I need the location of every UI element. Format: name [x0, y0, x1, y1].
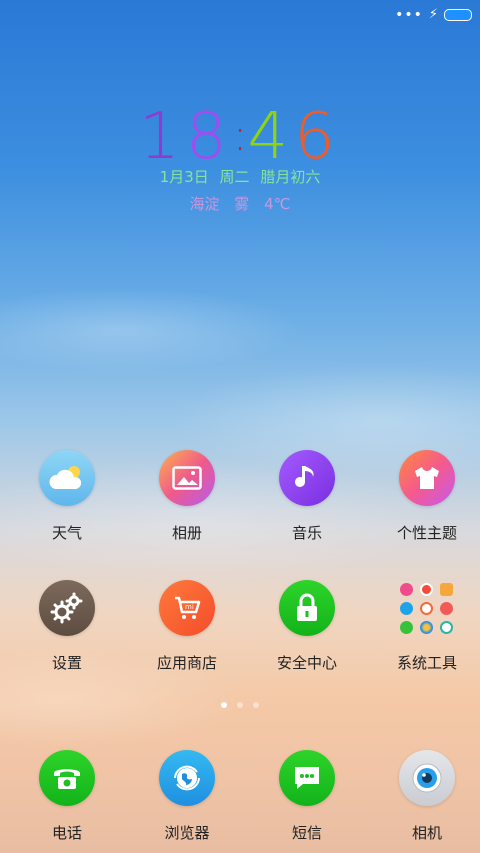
app-label: 相机 [411, 824, 442, 842]
app-sms[interactable]: 短信 [254, 750, 360, 843]
weather-icon [39, 450, 95, 506]
app-label: 安全中心 [276, 654, 337, 672]
clock-minute-ones: 6 [294, 100, 341, 174]
gallery-icon [159, 450, 215, 506]
settings-icon [39, 580, 95, 636]
app-label: 相册 [171, 524, 202, 542]
charging-icon: ⚡ [428, 7, 438, 22]
app-label: 个性主题 [396, 524, 457, 542]
battery-icon [444, 9, 472, 21]
weather-line: 海淀 雾 4℃ [0, 193, 480, 214]
date-weekday: 周二 [219, 168, 250, 186]
app-camera[interactable]: 相机 [374, 750, 480, 843]
app-store[interactable]: mi 应用商店 [134, 580, 240, 673]
date-line: 1月3日 周二 腊月初六 [0, 166, 480, 187]
app-label: 短信 [291, 824, 322, 842]
app-label: 电话 [51, 824, 82, 842]
dock: 电话 浏览器 短信 相机 [0, 750, 480, 843]
app-row-1: 天气 相册 音乐 个性主题 [0, 450, 480, 543]
app-weather[interactable]: 天气 [14, 450, 120, 543]
app-music[interactable]: 音乐 [254, 450, 360, 543]
svg-text:mi: mi [185, 603, 194, 611]
app-theme[interactable]: 个性主题 [374, 450, 480, 543]
clock-widget[interactable]: 18:46 [0, 104, 480, 169]
page-indicator[interactable] [0, 702, 480, 708]
date-lunar: 腊月初六 [260, 168, 321, 186]
status-bar: ••• ⚡ [395, 6, 472, 24]
sms-icon [279, 750, 335, 806]
music-icon [279, 450, 335, 506]
app-settings[interactable]: 设置 [14, 580, 120, 673]
app-security[interactable]: 安全中心 [254, 580, 360, 673]
app-store-icon: mi [159, 580, 215, 636]
page-dot[interactable] [237, 702, 243, 708]
app-label: 浏览器 [164, 824, 210, 842]
theme-icon [399, 450, 455, 506]
app-browser[interactable]: 浏览器 [134, 750, 240, 843]
date-month-day: 1月3日 [159, 168, 209, 186]
weather-location: 海淀 [189, 195, 220, 213]
phone-icon [39, 750, 95, 806]
clock-minute-tens: 4 [247, 100, 295, 174]
app-label: 音乐 [291, 524, 322, 542]
browser-icon [159, 750, 215, 806]
app-phone[interactable]: 电话 [14, 750, 120, 843]
camera-icon [399, 750, 455, 806]
signal-dots-icon: ••• [395, 7, 423, 23]
app-label: 天气 [51, 524, 82, 542]
page-dot[interactable] [253, 702, 259, 708]
app-label: 系统工具 [396, 654, 457, 672]
app-gallery[interactable]: 相册 [134, 450, 240, 543]
weather-condition: 雾 [234, 195, 250, 213]
security-icon [279, 580, 335, 636]
clock-hour-ones: 8 [185, 100, 233, 174]
clock-hour-tens: 1 [139, 100, 186, 174]
app-label: 设置 [51, 654, 82, 672]
page-dot[interactable] [221, 702, 227, 708]
app-label: 应用商店 [156, 654, 217, 672]
folder-system-tools[interactable]: 系统工具 [374, 580, 480, 673]
weather-temperature: 4℃ [264, 195, 291, 213]
app-row-2: 设置 mi 应用商店 安全中心 系统工具 [0, 580, 480, 673]
tools-folder-icon [399, 580, 455, 636]
clock-colon: : [232, 110, 248, 161]
